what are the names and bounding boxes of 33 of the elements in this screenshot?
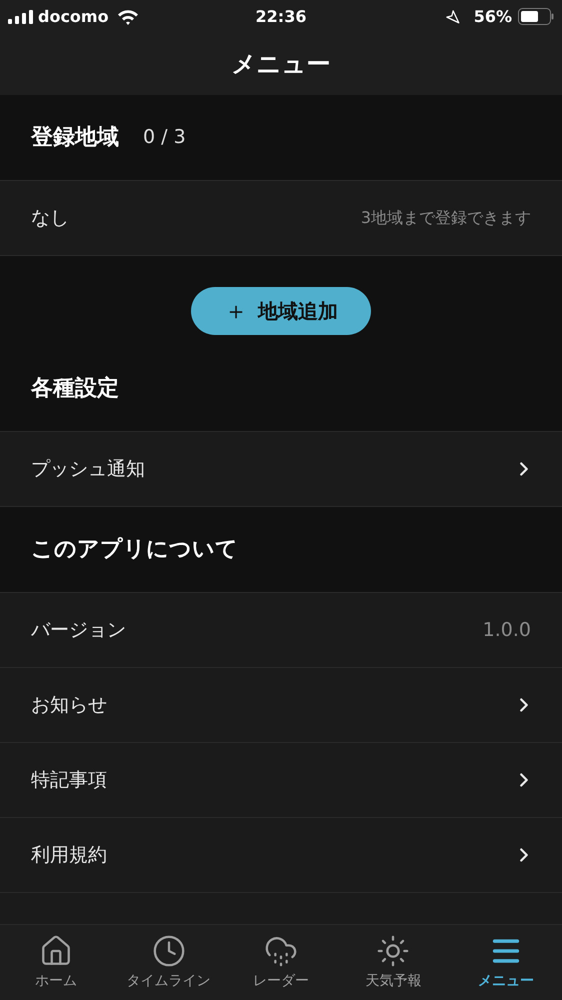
location-arrow-icon bbox=[444, 9, 460, 24]
clock-time: 22:36 bbox=[254, 6, 308, 28]
list-row[interactable]: 特記事項 bbox=[0, 743, 562, 818]
row-label: バージョン bbox=[31, 618, 126, 643]
tab-item[interactable]: タイムライン bbox=[112, 925, 225, 1000]
list-row[interactable]: お知らせ bbox=[0, 668, 562, 743]
plus-icon: ＋ bbox=[224, 293, 248, 329]
carrier-name: docomo bbox=[38, 6, 109, 28]
clock-icon bbox=[152, 934, 186, 968]
battery-percent: 56% bbox=[474, 6, 512, 28]
row-label: 特記事項 bbox=[31, 768, 107, 793]
row-label: なし bbox=[31, 206, 69, 231]
row-label: お知らせ bbox=[31, 692, 107, 718]
row-value: 3地域まで登録できます bbox=[360, 207, 531, 229]
battery-icon bbox=[518, 8, 554, 25]
section-heading: 各種設定 bbox=[31, 374, 119, 403]
add-region-button[interactable]: ＋ 地域追加 bbox=[191, 287, 371, 335]
screen-title: メニュー bbox=[232, 49, 330, 80]
wifi-icon bbox=[116, 8, 139, 24]
row-label: プッシュ通知 bbox=[31, 456, 145, 482]
section-heading: 登録地域 bbox=[31, 124, 119, 152]
row-value: 1.0.0 bbox=[482, 618, 531, 643]
sun-icon bbox=[376, 934, 410, 968]
tab-item[interactable]: メニュー bbox=[450, 925, 562, 1000]
list-row[interactable]: プッシュ通知 bbox=[0, 432, 562, 507]
section-heading: このアプリについて bbox=[31, 536, 238, 564]
tab-item[interactable]: 天気予報 bbox=[337, 925, 450, 1000]
tab-item[interactable]: ホーム bbox=[0, 925, 112, 1000]
tab-item[interactable]: レーダー bbox=[224, 925, 338, 1000]
row-label: 利用規約 bbox=[31, 842, 107, 868]
region-count: 0 / 3 bbox=[143, 125, 186, 150]
signal-icon bbox=[8, 10, 34, 24]
list-row[interactable]: 利用規約 bbox=[0, 818, 562, 893]
